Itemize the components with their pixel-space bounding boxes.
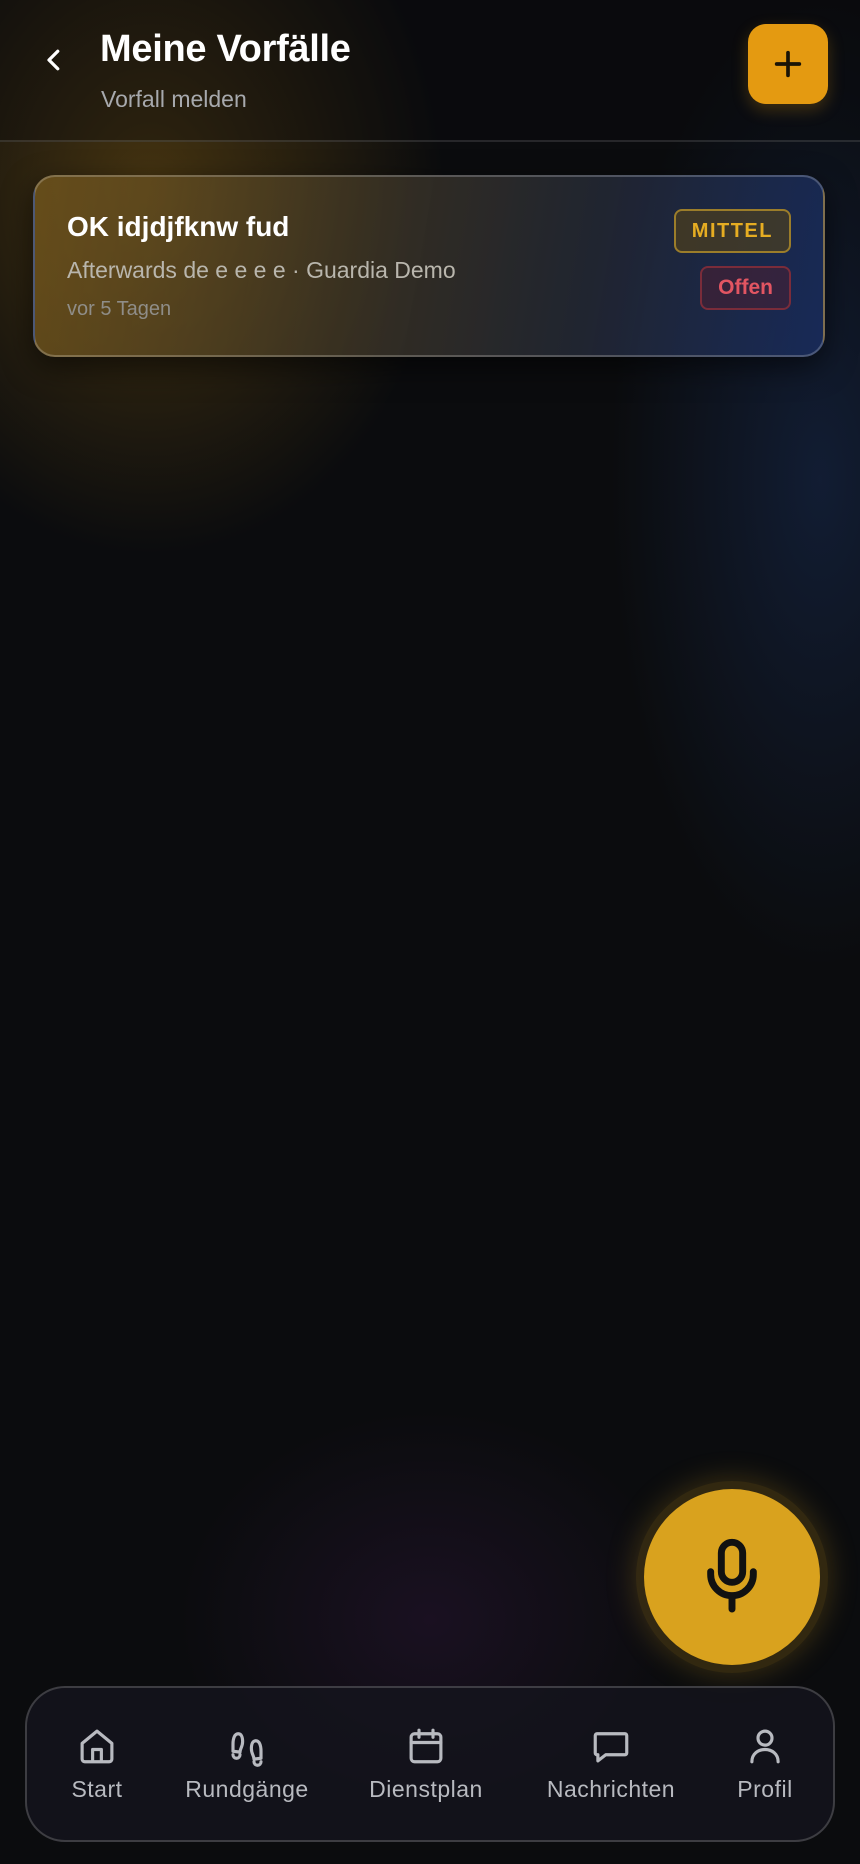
status-badge: Offen xyxy=(700,266,791,310)
incidents-screen: Meine Vorfälle Vorfall melden OK idjdjfk… xyxy=(0,0,860,1864)
nav-item-nachrichten[interactable]: Nachrichten xyxy=(531,1724,691,1803)
app-header: Meine Vorfälle Vorfall melden xyxy=(0,0,860,142)
page-subtitle: Vorfall melden xyxy=(101,86,247,112)
nav-label-start: Start xyxy=(71,1776,123,1802)
plus-icon xyxy=(774,50,802,78)
incident-card[interactable]: OK idjdjfknw fud Afterwards de e e e e ·… xyxy=(33,175,825,357)
nav-label-nachrichten: Nachrichten xyxy=(546,1776,676,1802)
page-title: Meine Vorfälle xyxy=(100,28,351,70)
voice-input-button[interactable] xyxy=(644,1489,820,1665)
back-button[interactable] xyxy=(30,36,78,84)
priority-badge: MITTEL xyxy=(673,209,791,253)
nav-label-profil: Profil xyxy=(737,1776,793,1802)
incident-title: OK idjdjfknw fud xyxy=(67,211,290,242)
nav-label-dienstplan: Dienstplan xyxy=(369,1776,483,1802)
home-icon xyxy=(80,1729,114,1764)
chevron-left-icon xyxy=(47,49,60,71)
incident-meta: Afterwards de e e e e · Guardia Demo xyxy=(67,257,456,283)
nav-item-dienstplan[interactable]: Dienstplan xyxy=(356,1724,496,1803)
bottom-navigation: Start Rundgänge Dienstplan Nachrichten P… xyxy=(25,1686,835,1842)
incident-time: vor 5 Tagen xyxy=(67,298,172,320)
nav-label-rundgaenge: Rundgänge xyxy=(185,1776,309,1802)
nav-item-profil[interactable]: Profil xyxy=(715,1724,815,1803)
nav-item-start[interactable]: Start xyxy=(52,1724,142,1803)
add-incident-button[interactable] xyxy=(748,24,828,104)
calendar-icon xyxy=(409,1728,443,1764)
microphone-icon xyxy=(707,1538,757,1613)
footprints-icon xyxy=(231,1732,263,1767)
nav-item-rundgaenge[interactable]: Rundgänge xyxy=(172,1724,322,1803)
message-icon xyxy=(593,1732,629,1763)
user-icon xyxy=(750,1729,780,1764)
